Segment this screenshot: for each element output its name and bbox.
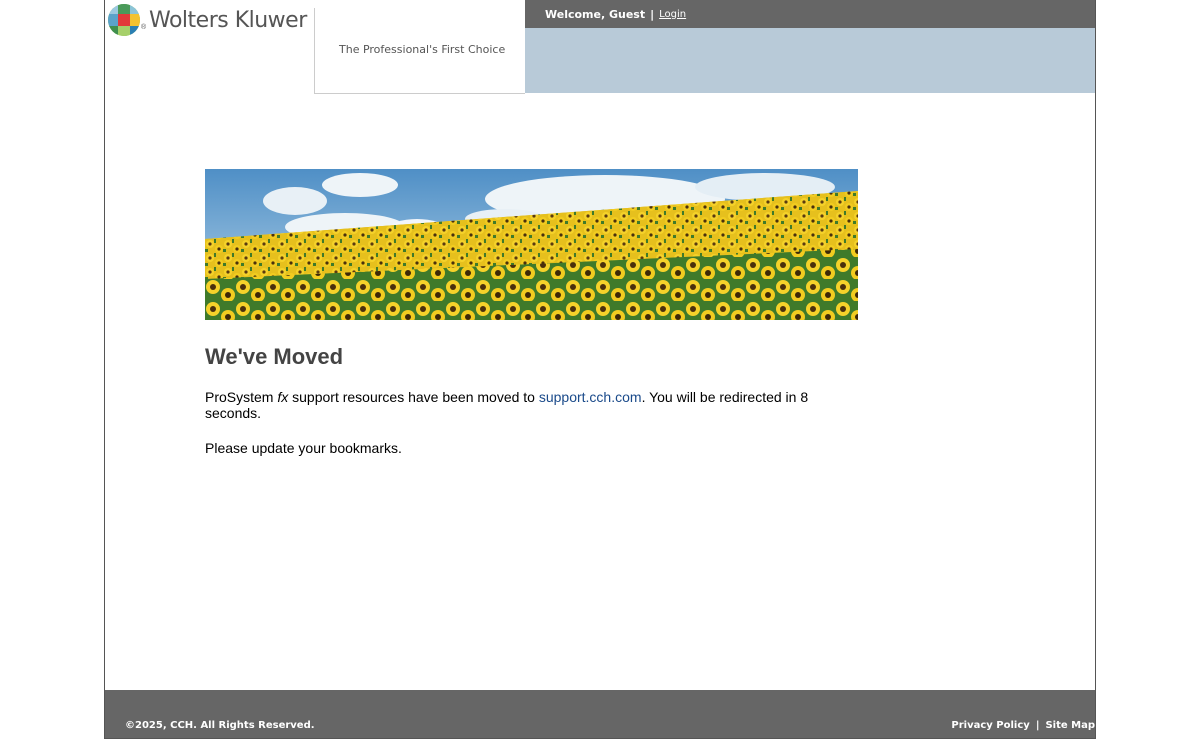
- logo-registered-mark: ®: [141, 24, 147, 31]
- wolters-kluwer-logo[interactable]: ® Wolters Kluwer: [105, 0, 315, 40]
- login-link[interactable]: Login: [659, 9, 686, 20]
- tagline: The Professional's First Choice: [339, 43, 506, 56]
- top-bar: Welcome, Guest | Login: [525, 0, 1095, 28]
- message-prefix: ProSystem: [205, 389, 278, 405]
- support-link[interactable]: support.cch.com: [539, 389, 642, 405]
- footer: ©2025, CCH. All Rights Reserved. Privacy…: [105, 690, 1095, 738]
- copyright-text: ©2025, CCH. All Rights Reserved.: [125, 720, 315, 731]
- topbar-separator: |: [650, 7, 655, 21]
- header-blue-bar: [525, 28, 1095, 93]
- privacy-policy-link[interactable]: Privacy Policy: [951, 720, 1029, 731]
- message-mid: support resources have been moved to: [288, 389, 539, 405]
- message-italic: fx: [277, 389, 289, 405]
- footer-separator: |: [1035, 720, 1040, 731]
- wolters-kluwer-logo-icon: [108, 4, 140, 36]
- logo-text: Wolters Kluwer: [149, 7, 307, 33]
- main-content: We've Moved ProSystem fx support resourc…: [205, 344, 845, 456]
- welcome-text: Welcome, Guest: [545, 7, 646, 21]
- bookmark-message: Please update your bookmarks.: [205, 440, 402, 456]
- sunflower-banner-image: [205, 169, 858, 320]
- footer-links: Privacy Policy | Site Map: [951, 720, 1095, 731]
- page-heading: We've Moved: [205, 344, 344, 369]
- page-container: ® Wolters Kluwer The Professional's Firs…: [104, 0, 1096, 739]
- moved-message: ProSystem fx support resources have been…: [205, 389, 845, 421]
- tagline-box: The Professional's First Choice: [314, 8, 525, 94]
- site-map-link[interactable]: Site Map: [1045, 720, 1095, 731]
